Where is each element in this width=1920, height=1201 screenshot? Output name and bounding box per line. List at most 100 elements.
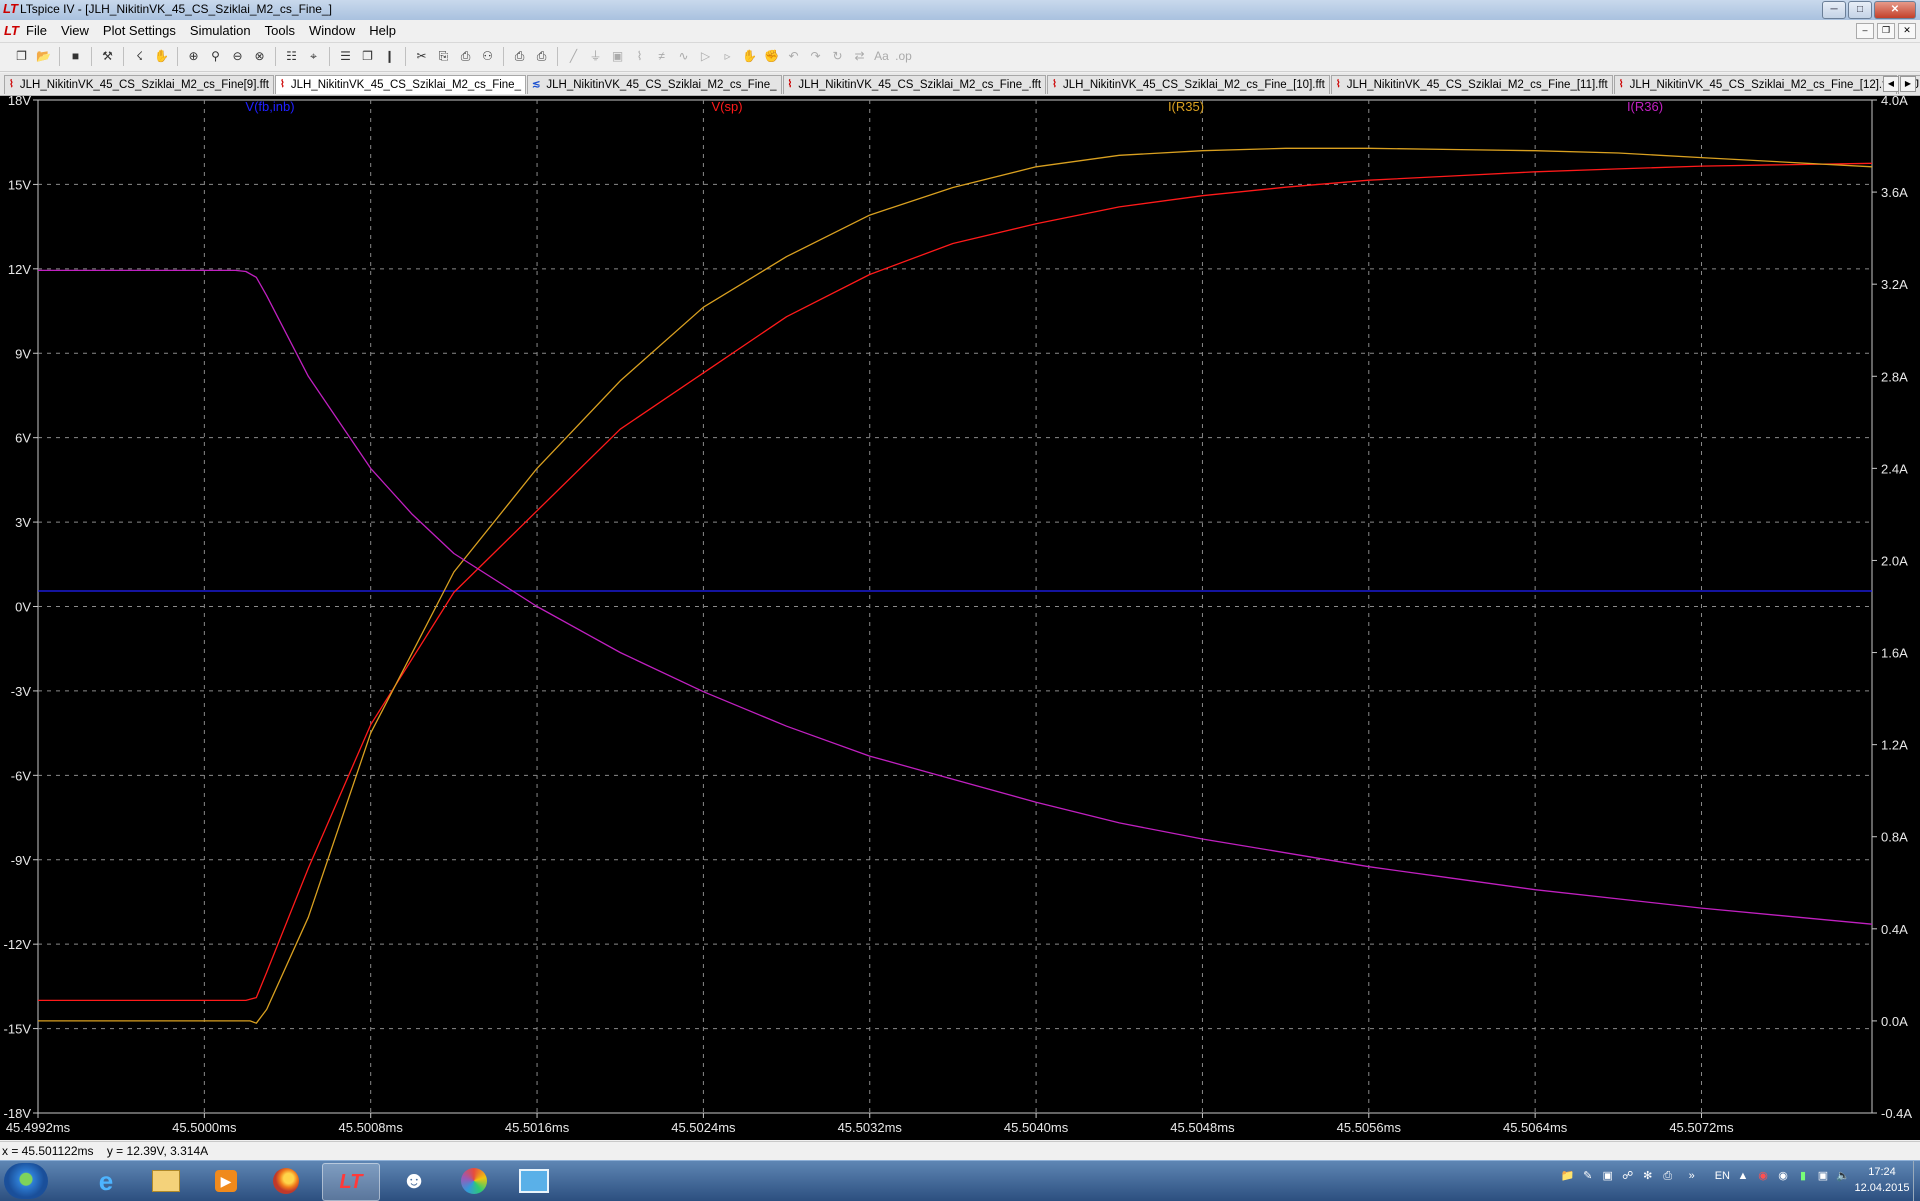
folder-icon[interactable]: 📁	[1561, 1169, 1575, 1183]
document-tabs: ⌇ JLH_NikitinVK_45_CS_Sziklai_M2_cs_Fine[…	[0, 73, 1920, 96]
y-left-tick-label: -6V	[11, 768, 32, 783]
rotate-icon[interactable]: ↻	[828, 47, 847, 66]
ground-icon[interactable]: ⏚	[586, 47, 605, 66]
note-icon[interactable]: ✎	[1581, 1169, 1595, 1183]
mirror-icon[interactable]: ⇄	[850, 47, 869, 66]
zoom-in-icon[interactable]: ⊕	[184, 47, 203, 66]
tab-document[interactable]: ≲ JLH_NikitinVK_45_CS_Sziklai_M2_cs_Fine_	[526, 75, 782, 94]
inductor-icon[interactable]: ∿	[674, 47, 693, 66]
network-icon[interactable]: ☍	[1621, 1169, 1635, 1183]
mdi-close-icon[interactable]: ✕	[1898, 23, 1916, 39]
up-arrow-icon[interactable]: ▲	[1736, 1169, 1750, 1183]
legend-entry[interactable]: I(R36)	[1627, 99, 1663, 114]
alien-app-icon[interactable]: ☻	[386, 1163, 442, 1199]
new-schematic-icon[interactable]: ❐	[12, 47, 31, 66]
series-line-v-sp-	[38, 162, 1873, 1002]
volume-icon[interactable]: 🔈	[1836, 1169, 1850, 1183]
monitor-icon[interactable]: ▣	[1601, 1169, 1615, 1183]
firefox-icon[interactable]	[258, 1163, 314, 1199]
menu-tools[interactable]: Tools	[265, 23, 295, 38]
zoom-cancel-icon[interactable]: ⊗	[250, 47, 269, 66]
waveform-chart[interactable]: 45.4992ms 45.5000ms 45.5008ms 45.5016ms 45.5…	[0, 96, 1920, 1140]
tab-document[interactable]: ⌇ JLH_NikitinVK_45_CS_Sziklai_M2_cs_Fine_	[274, 75, 526, 94]
text-icon[interactable]: Aa	[872, 47, 891, 66]
cut-icon[interactable]: ✂	[412, 47, 431, 66]
mdi-restore-icon[interactable]: ❐	[1877, 23, 1895, 39]
drag-icon[interactable]: ✊	[762, 47, 781, 66]
antivirus-icon[interactable]: ◉	[1756, 1169, 1770, 1183]
redo-icon[interactable]: ↷	[806, 47, 825, 66]
wire-icon[interactable]: ╱	[564, 47, 583, 66]
media-player-icon[interactable]: ▶	[198, 1163, 254, 1199]
minimize-icon[interactable]: ─	[1822, 1, 1846, 19]
tab-document[interactable]: ⌇ JLH_NikitinVK_45_CS_Sziklai_M2_cs_Fine_…	[1613, 75, 1897, 94]
y-left-tick-label: 6V	[15, 431, 31, 446]
find-icon[interactable]: ⚇	[478, 47, 497, 66]
menu-plot-settings[interactable]: Plot Settings	[103, 23, 176, 38]
tab-scroll-right-icon[interactable]: ▶	[1900, 76, 1916, 92]
mark-icon[interactable]: ⌖	[304, 47, 323, 66]
run-icon[interactable]: ☇	[130, 47, 149, 66]
file-explorer-icon[interactable]	[138, 1163, 194, 1199]
legend-entry[interactable]: V(fb,inb)	[245, 99, 294, 114]
y-left-tick-label: 18V	[8, 96, 31, 108]
menu-simulation[interactable]: Simulation	[190, 23, 251, 38]
autorange-icon[interactable]: ☷	[282, 47, 301, 66]
maximize-icon[interactable]: □	[1848, 1, 1872, 19]
diode-icon[interactable]: ▷	[696, 47, 715, 66]
print-icon[interactable]: ⎙	[532, 47, 551, 66]
show-desktop-button[interactable]	[1913, 1161, 1920, 1201]
network-status-icon[interactable]: ◉	[1776, 1169, 1790, 1183]
tab-document[interactable]: ⌇ JLH_NikitinVK_45_CS_Sziklai_M2_cs_Fine[…	[4, 75, 274, 94]
move-icon[interactable]: ✋	[740, 47, 759, 66]
tab-label: JLH_NikitinVK_45_CS_Sziklai_M2_cs_Fine[9…	[19, 79, 269, 91]
print-preview-icon[interactable]: ⎙	[510, 47, 529, 66]
resistor-icon[interactable]: ⌇	[630, 47, 649, 66]
open-icon[interactable]: 📂	[34, 47, 53, 66]
legend-entry[interactable]: I(R35)	[1168, 99, 1204, 114]
windows-start-icon[interactable]	[4, 1163, 48, 1199]
menu-view[interactable]: View	[61, 23, 89, 38]
display-icon[interactable]: ▣	[1816, 1169, 1830, 1183]
internet-explorer-icon[interactable]: e	[78, 1163, 134, 1199]
tab-document[interactable]: ⌇ JLH_NikitinVK_45_CS_Sziklai_M2_cs_Fine_…	[1330, 75, 1613, 94]
cascade-icon[interactable]: ❐	[358, 47, 377, 66]
toolbar-separator	[557, 47, 558, 66]
printer-icon[interactable]: ⎙	[1661, 1169, 1675, 1183]
tab-document[interactable]: ⌇ JLH_NikitinVK_45_CS_Sziklai_M2_cs_Fine_…	[1047, 75, 1330, 94]
save-icon[interactable]: ■	[66, 47, 85, 66]
tab-document[interactable]: ⌇ JLH_NikitinVK_45_CS_Sziklai_M2_cs_Fine_…	[782, 75, 1047, 94]
expand-tray-icon[interactable]: »	[1681, 1169, 1703, 1183]
legend-entry[interactable]: V(sp)	[711, 99, 742, 114]
language-indicator[interactable]: EN	[1715, 1170, 1730, 1182]
copy-icon[interactable]: ⎘	[434, 47, 453, 66]
mdi-minimize-icon[interactable]: –	[1856, 23, 1874, 39]
control-panel-icon[interactable]: ⚒	[98, 47, 117, 66]
close-icon[interactable]: ✕	[1874, 1, 1916, 19]
zoom-out-icon[interactable]: ⊖	[228, 47, 247, 66]
menu-file[interactable]: File	[26, 23, 47, 38]
menu-window[interactable]: Window	[309, 23, 355, 38]
battery-icon[interactable]: ▮	[1796, 1169, 1810, 1183]
paste-icon[interactable]: ⎙	[456, 47, 475, 66]
bluetooth-icon[interactable]: ✻	[1641, 1169, 1655, 1183]
y-right-tick-label: 2.4A	[1881, 461, 1908, 476]
pan-icon[interactable]: ✋	[152, 47, 171, 66]
waveform-plot[interactable]: 45.4992ms 45.5000ms 45.5008ms 45.5016ms 45.5…	[0, 96, 1920, 1140]
tile-vertical-icon[interactable]: ❙	[380, 47, 399, 66]
ltspice-document-icon[interactable]: LT	[4, 23, 20, 39]
capacitor-icon[interactable]: ≠	[652, 47, 671, 66]
tab-scroll-left-icon[interactable]: ◀	[1883, 76, 1899, 92]
spice-directive-icon[interactable]: .op	[894, 47, 913, 66]
window-app-icon[interactable]	[506, 1163, 562, 1199]
zoom-area-icon[interactable]: ⚲	[206, 47, 225, 66]
label-icon[interactable]: ▣	[608, 47, 627, 66]
ltspice-icon[interactable]: LT	[322, 1163, 380, 1201]
undo-icon[interactable]: ↶	[784, 47, 803, 66]
y-left-tick-label: -12V	[4, 937, 32, 952]
menu-help[interactable]: Help	[369, 23, 396, 38]
component-icon[interactable]: ▹	[718, 47, 737, 66]
clock[interactable]: 17:24 12.04.2015	[1852, 1164, 1912, 1196]
paint-icon[interactable]	[446, 1163, 502, 1199]
tile-horizontal-icon[interactable]: ☰	[336, 47, 355, 66]
